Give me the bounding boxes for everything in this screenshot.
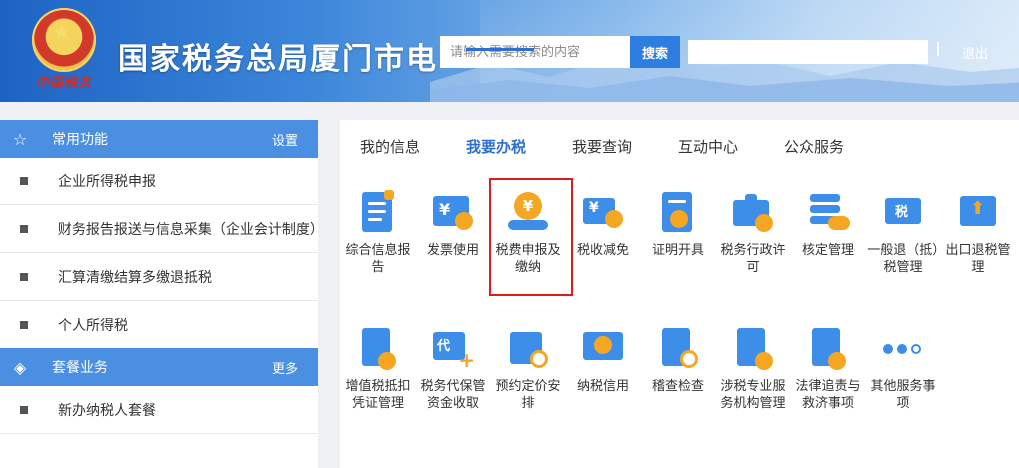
sidebar-item-overpaid-refund[interactable]: 汇算清缴结算多缴退抵税 xyxy=(0,253,318,301)
service-label: 证明开具 xyxy=(651,243,704,258)
service-label: 出口退税管理 xyxy=(945,243,1011,275)
layers-icon: ◈ xyxy=(13,357,27,377)
service-label: 预约定价安排 xyxy=(495,379,561,411)
service-label: 一般退（抵）税管理 xyxy=(867,243,939,275)
star-outline-icon: ☆ xyxy=(12,129,28,149)
custody-fund-icon: 代 + xyxy=(431,326,475,370)
service-label: 税务代保管资金收取 xyxy=(420,379,486,411)
user-info-bar xyxy=(688,40,928,64)
service-legal-remedy[interactable]: 法律追责与救济事项 xyxy=(790,326,866,412)
export-refund-icon: ⬆ xyxy=(956,190,1000,234)
tax-credit-icon xyxy=(581,326,625,370)
bullet-icon xyxy=(20,224,28,233)
service-label: 增值税抵扣凭证管理 xyxy=(345,379,411,411)
tab-handle-tax[interactable]: 我要办税 xyxy=(466,136,526,157)
search-input[interactable] xyxy=(440,36,630,68)
bullet-icon xyxy=(20,320,28,329)
sidebar-item-financial-report[interactable]: 财务报告报送与信息采集（企业会计制度） xyxy=(0,205,324,253)
agency-management-icon xyxy=(731,326,775,370)
section-title: 套餐业务 xyxy=(52,360,108,376)
service-invoice[interactable]: ¥ 发票使用 xyxy=(415,190,491,259)
service-label: 稽查检查 xyxy=(651,379,704,394)
sidebar-item-label: 企业所得税申报 xyxy=(58,174,156,190)
search-bar: 搜索 xyxy=(440,36,680,68)
invoice-icon: ¥ xyxy=(431,190,475,234)
sidebar-item-label: 新办纳税人套餐 xyxy=(58,402,156,419)
sidebar-item-corporate-income-tax[interactable]: 企业所得税申报 xyxy=(0,158,318,205)
service-label: 税收减免 xyxy=(576,243,629,258)
sidebar: ☆ 常用功能 设置 企业所得税申报 财务报告报送与信息采集（企业会计制度） 汇算… xyxy=(0,120,324,468)
service-more[interactable]: 其他服务事项 xyxy=(865,326,941,412)
sidebar-item-label: 财务报告报送与信息采集（企业会计制度） xyxy=(57,221,324,238)
service-vat-deduction[interactable]: 增值税抵扣凭证管理 xyxy=(340,326,416,412)
service-label: 纳税信用 xyxy=(576,379,629,394)
section-title: 常用功能 xyxy=(52,132,108,148)
tab-my-info[interactable]: 我的信息 xyxy=(360,136,420,157)
service-label: 发票使用 xyxy=(426,243,479,258)
report-icon xyxy=(356,190,400,234)
bullet-icon xyxy=(20,177,28,185)
service-label: 核定管理 xyxy=(801,243,854,258)
logout-link[interactable]: 退出 xyxy=(962,43,988,62)
tab-interaction-center[interactable]: 互动中心 xyxy=(678,136,738,157)
legal-remedy-icon xyxy=(806,326,850,370)
service-pricing[interactable]: 预约定价安排 xyxy=(490,326,566,412)
separator xyxy=(937,42,939,56)
package-services-header: ◈ 套餐业务 更多 xyxy=(0,348,318,386)
more-link[interactable]: 更多 xyxy=(272,358,318,377)
service-tax-relief[interactable]: ¥ 税收减免 xyxy=(565,190,641,259)
settings-link[interactable]: 设置 xyxy=(272,130,318,149)
service-agency-management[interactable]: 涉税专业服务机构管理 xyxy=(715,326,791,412)
active-tab-indicator xyxy=(466,48,534,51)
inspection-icon xyxy=(656,326,700,370)
search-button[interactable]: 搜索 xyxy=(630,36,680,68)
common-functions-header: ☆ 常用功能 设置 xyxy=(0,120,318,158)
tab-public-service[interactable]: 公众服务 xyxy=(784,136,844,157)
main-panel: 我的信息 我要办税 我要查询 互动中心 公众服务 xyxy=(340,120,1019,468)
certificate-icon xyxy=(656,190,700,234)
tab-query[interactable]: 我要查询 xyxy=(572,136,632,157)
service-custody-fund[interactable]: 代 + 税务代保管资金收取 xyxy=(415,326,491,412)
service-label: 综合信息报告 xyxy=(345,243,411,275)
service-certificate[interactable]: 证明开具 xyxy=(640,190,716,259)
site-title: 国家税务总局厦门市电 xyxy=(118,42,438,77)
assessment-icon xyxy=(806,190,850,234)
service-assessment[interactable]: 核定管理 xyxy=(790,190,866,259)
service-label: 税务行政许可 xyxy=(720,243,786,275)
bullet-icon xyxy=(20,272,28,281)
service-export-refund[interactable]: ⬆ 出口退税管理 xyxy=(940,190,1016,276)
service-inspection[interactable]: 稽查检查 xyxy=(640,326,716,395)
service-label: 其他服务事项 xyxy=(870,379,936,411)
sidebar-item-new-taxpayer-package[interactable]: 新办纳税人套餐 xyxy=(0,386,318,434)
license-icon xyxy=(731,190,775,234)
sidebar-item-label: 个人所得税 xyxy=(58,317,128,334)
bullet-icon xyxy=(20,405,28,414)
service-report[interactable]: 综合信息报告 xyxy=(340,190,416,276)
service-refund[interactable]: 税 一般退（抵）税管理 xyxy=(865,190,941,276)
tax-relief-icon: ¥ xyxy=(581,190,625,234)
service-tax-credit[interactable]: 纳税信用 xyxy=(565,326,641,395)
pricing-arrangement-icon xyxy=(506,326,550,370)
service-label: 法律追责与救济事项 xyxy=(795,379,861,411)
star-icon: ★ xyxy=(52,20,72,45)
tab-bar: 我的信息 我要办税 我要查询 互动中心 公众服务 xyxy=(340,120,1019,170)
highlight-box xyxy=(489,178,573,296)
service-label: 涉税专业服务机构管理 xyxy=(720,379,786,411)
more-services-icon xyxy=(881,326,925,370)
sidebar-item-label: 汇算清缴结算多缴退抵税 xyxy=(58,269,212,286)
header-banner: ★ 中国税务 国家税务总局厦门市电 搜索 退出 xyxy=(0,0,1019,102)
emblem-caption: 中国税务 xyxy=(36,76,93,91)
sidebar-item-personal-income-tax[interactable]: 个人所得税 xyxy=(0,301,318,348)
vat-deduction-icon xyxy=(356,326,400,370)
service-license[interactable]: 税务行政许可 xyxy=(715,190,791,276)
refund-icon: 税 xyxy=(881,190,925,234)
